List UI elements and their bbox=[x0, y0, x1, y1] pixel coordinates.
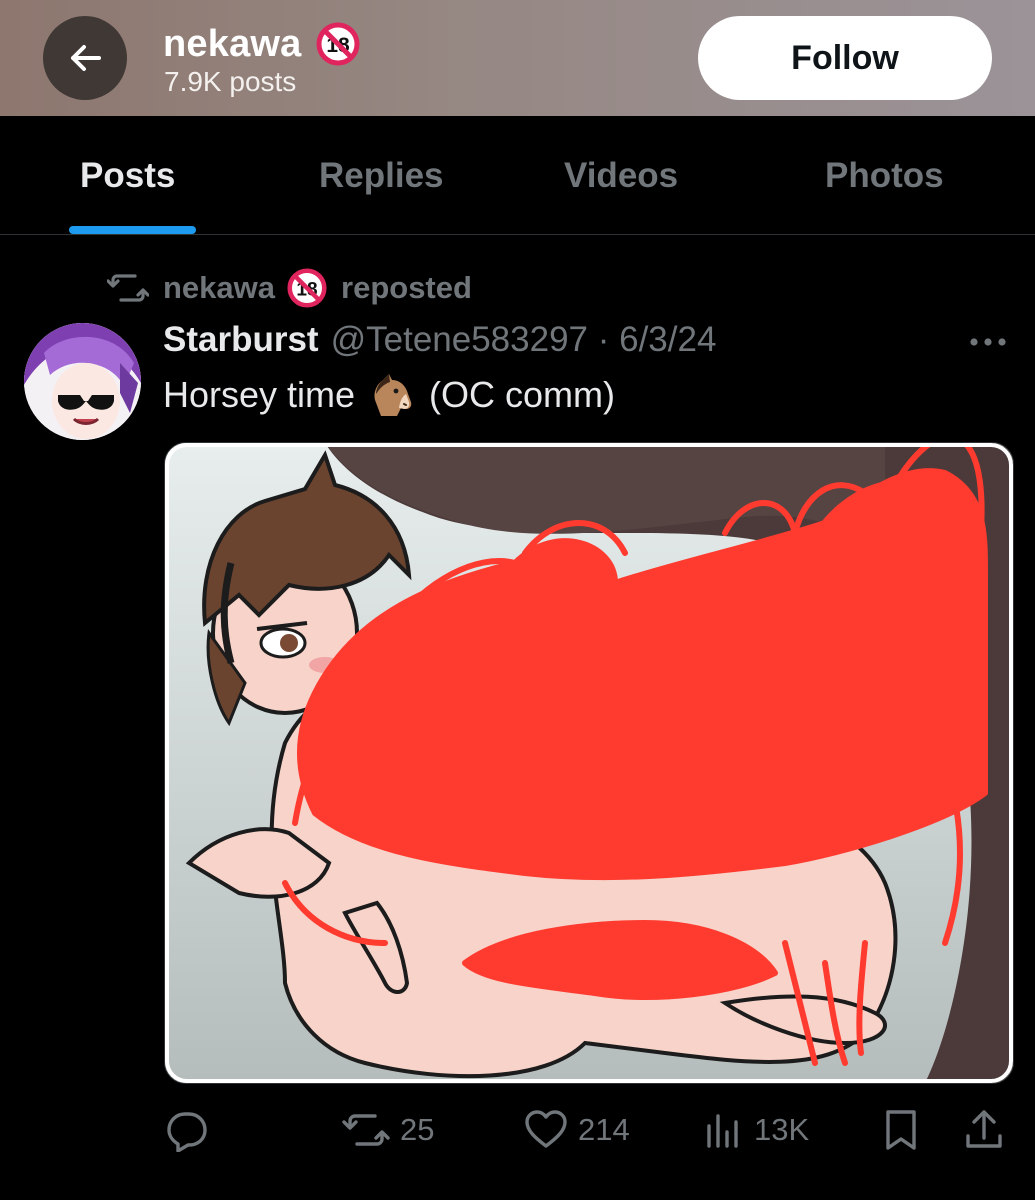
follow-button[interactable]: Follow bbox=[698, 16, 992, 100]
profile-header: nekawa 18 7.9K posts Follow bbox=[0, 0, 1035, 116]
more-horizontal-icon[interactable] bbox=[966, 328, 1010, 356]
avatar-illustration bbox=[24, 323, 141, 440]
author-handle-date[interactable]: @Tetene583297 · 6/3/24 bbox=[331, 320, 717, 360]
like-count: 214 bbox=[578, 1112, 630, 1147]
heart-icon bbox=[525, 1110, 567, 1148]
views-count: 13K bbox=[754, 1112, 810, 1147]
repost-button[interactable]: 25 bbox=[342, 1100, 434, 1160]
profile-name-row: nekawa 18 bbox=[163, 22, 360, 66]
tab-replies[interactable]: Replies bbox=[319, 156, 444, 196]
post-text: Horsey time (OC comm) bbox=[163, 372, 615, 418]
repost-label: reposted bbox=[341, 270, 472, 305]
post-actions: 25 214 13K bbox=[0, 1100, 1035, 1160]
profile-tabs: Posts Replies Videos Photos bbox=[0, 116, 1035, 235]
post-header: Starburst @Tetene583297 · 6/3/24 bbox=[163, 320, 716, 360]
bookmark-button[interactable] bbox=[883, 1100, 919, 1160]
back-button[interactable] bbox=[43, 16, 127, 100]
repost-count: 25 bbox=[400, 1112, 435, 1147]
profile-name: nekawa bbox=[163, 22, 302, 65]
repost-icon bbox=[342, 1114, 390, 1146]
post-text-before-emoji: Horsey time bbox=[163, 374, 356, 415]
reply-button[interactable] bbox=[165, 1100, 209, 1160]
like-button[interactable]: 214 bbox=[524, 1100, 630, 1160]
views-button[interactable]: 13K bbox=[704, 1100, 809, 1160]
tab-posts[interactable]: Posts bbox=[80, 156, 175, 196]
share-button[interactable] bbox=[964, 1100, 1004, 1160]
reposter-name[interactable]: nekawa bbox=[163, 270, 275, 306]
arrow-left-icon bbox=[71, 45, 101, 71]
no-under-18-icon: 18 bbox=[287, 268, 327, 308]
tab-photos[interactable]: Photos bbox=[825, 156, 944, 196]
horse-face-emoji bbox=[374, 374, 412, 416]
repost-context: nekawa 18 reposted bbox=[107, 268, 472, 308]
posts-count: 7.9K posts bbox=[164, 66, 297, 97]
censored-illustration bbox=[165, 443, 1013, 1083]
no-under-18-icon: 18 bbox=[316, 22, 360, 66]
views-chart-icon bbox=[707, 1114, 738, 1148]
author-avatar[interactable] bbox=[24, 323, 141, 440]
bookmark-icon bbox=[886, 1110, 916, 1150]
post-text-after-emoji: (OC comm) bbox=[429, 374, 616, 415]
active-tab-indicator bbox=[69, 226, 196, 234]
post-media-image[interactable] bbox=[164, 442, 1014, 1084]
author-display-name[interactable]: Starburst bbox=[163, 320, 319, 360]
tab-videos[interactable]: Videos bbox=[564, 156, 678, 196]
repost-icon bbox=[107, 274, 149, 302]
reply-icon bbox=[167, 1112, 207, 1152]
share-icon bbox=[966, 1110, 1002, 1148]
